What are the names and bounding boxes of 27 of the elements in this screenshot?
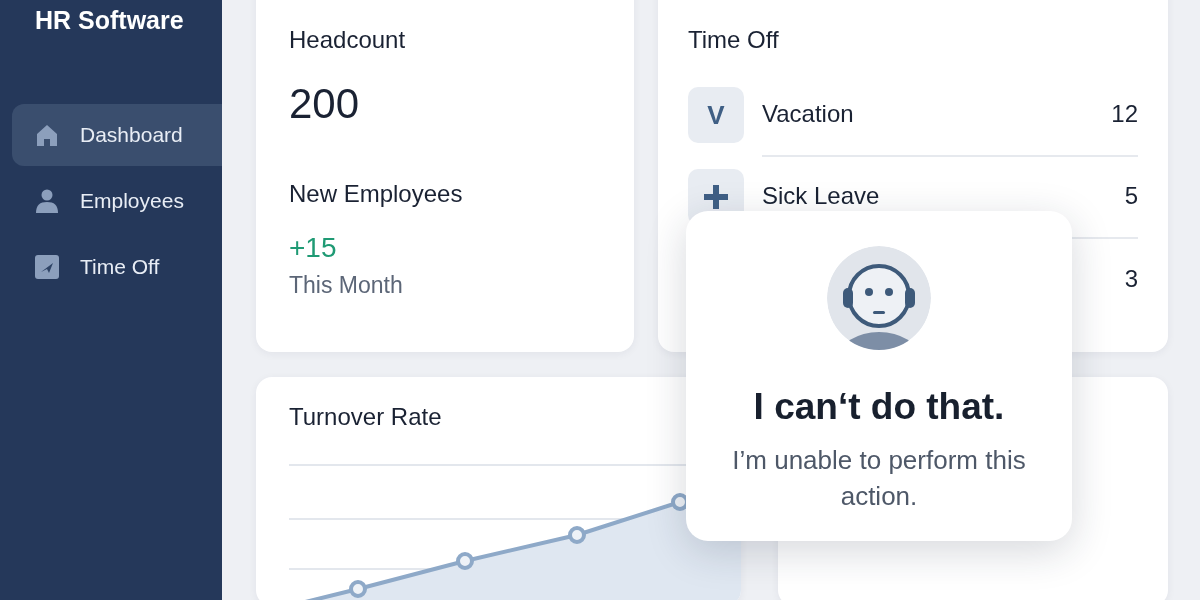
letter-icon: V	[688, 87, 744, 143]
period-caption: This Month	[289, 272, 404, 299]
sidebar-item[interactable]: Employees	[12, 170, 222, 232]
calendar-icon	[34, 254, 60, 280]
card-title: Time Off	[688, 26, 780, 54]
app-title: HR Software	[34, 5, 185, 36]
chart-point	[568, 526, 586, 544]
headcount-value: 200	[289, 80, 361, 128]
card-title: Turnover Rate	[289, 403, 443, 431]
sidebar-item[interactable]: Dashboard	[12, 104, 222, 166]
person-icon	[34, 188, 60, 214]
dialog-message: I’m unable to perform this action.	[731, 444, 1027, 513]
leave-count: 3	[1124, 265, 1138, 293]
leave-count: 5	[1124, 182, 1138, 210]
chart-point	[456, 552, 474, 570]
sidebar-item[interactable]: Time Off	[12, 236, 222, 298]
leave-count: 12	[1111, 100, 1138, 128]
card-title: Headcount	[289, 26, 407, 54]
card-subtitle: New Employees	[289, 180, 464, 208]
dialog-title: I can‘t do that.	[753, 386, 1005, 428]
chart-point	[349, 580, 367, 598]
home-icon	[34, 122, 60, 148]
leave-type: Sick Leave	[762, 182, 880, 210]
leave-type: Vacation	[762, 100, 854, 128]
chart-point	[671, 493, 689, 511]
new-employees-value: +15	[289, 232, 338, 264]
robot-avatar-icon	[827, 246, 931, 350]
